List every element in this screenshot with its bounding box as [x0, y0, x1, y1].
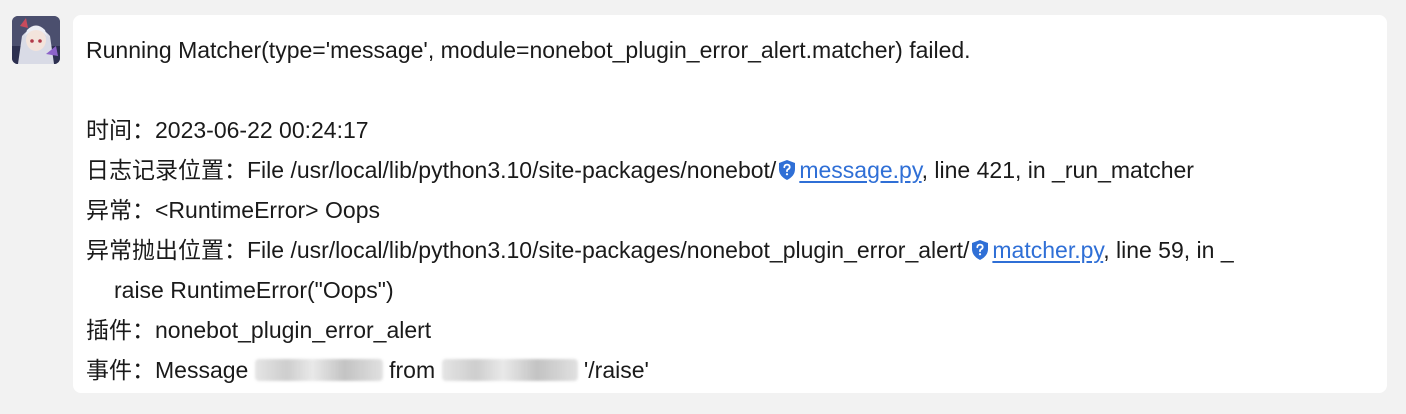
event-message: Message	[155, 357, 249, 383]
plugin-value: nonebot_plugin_error_alert	[155, 317, 432, 343]
plugin-row: 插件：nonebot_plugin_error_alert	[86, 310, 1377, 350]
log-label: 日志记录位置：	[86, 157, 247, 183]
log-path: File /usr/local/lib/python3.10/site-pack…	[247, 157, 777, 183]
event-from: from	[389, 357, 436, 383]
exception-label: 异常：	[86, 197, 155, 223]
message-title: Running Matcher(type='message', module=n…	[86, 37, 971, 63]
message-py-link[interactable]: message.py	[799, 157, 921, 183]
time-value: 2023-06-22 00:24:17	[155, 117, 369, 143]
raise-label: 异常抛出位置：	[86, 237, 247, 263]
plugin-label: 插件：	[86, 317, 155, 343]
time-row: 时间：2023-06-22 00:24:17	[86, 110, 1377, 150]
redacted-sender-id	[441, 359, 578, 381]
shield-question-icon	[972, 240, 989, 260]
avatar-image	[12, 16, 60, 64]
raise-line-info: , line 59, in _	[1103, 237, 1234, 263]
event-row: 事件：Message from '/raise'	[86, 350, 1377, 390]
raise-location-row: 异常抛出位置：File /usr/local/lib/python3.10/si…	[86, 230, 1377, 270]
time-label: 时间：	[86, 117, 155, 143]
shield-question-icon	[779, 160, 796, 180]
redacted-message-id	[254, 359, 383, 381]
raise-path: File /usr/local/lib/python3.10/site-pack…	[247, 237, 970, 263]
exception-row: 异常：<RuntimeError> Oops	[86, 190, 1377, 230]
log-location-row: 日志记录位置：File /usr/local/lib/python3.10/si…	[86, 150, 1377, 190]
event-command: '/raise'	[583, 357, 649, 383]
log-line-info: , line 421, in _run_matcher	[921, 157, 1194, 183]
matcher-py-link[interactable]: matcher.py	[992, 237, 1103, 263]
raise-code-row: raise RuntimeError("Oops")	[114, 277, 394, 303]
message-bubble: Running Matcher(type='message', module=n…	[73, 15, 1387, 393]
avatar[interactable]	[12, 16, 60, 64]
event-label: 事件：	[86, 357, 155, 383]
exception-value: <RuntimeError> Oops	[155, 197, 380, 223]
